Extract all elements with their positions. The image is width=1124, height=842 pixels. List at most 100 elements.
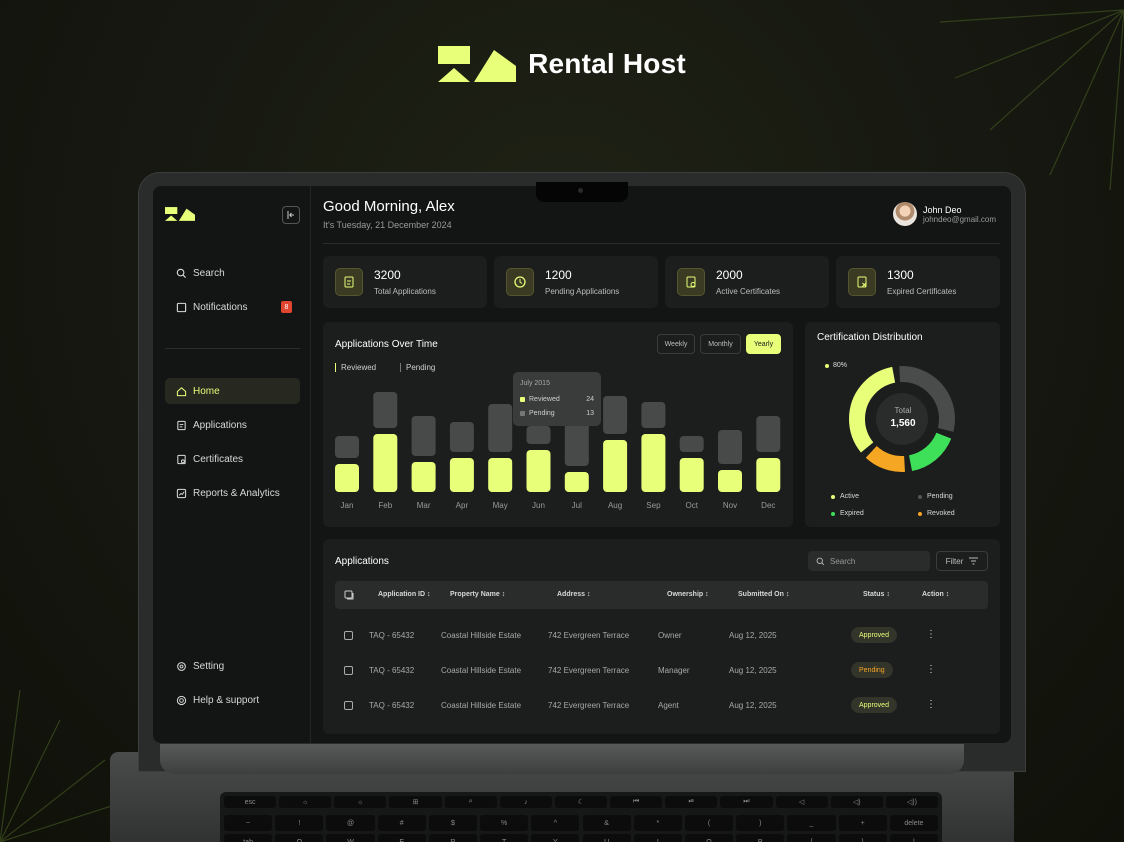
sidebar-item-label: Applications — [193, 419, 247, 431]
keyboard-key: ~ — [224, 815, 273, 831]
sidebar-item-search[interactable]: Search — [165, 260, 300, 286]
row-checkbox-icon[interactable] — [344, 701, 353, 710]
keyboard-key: ◁) — [830, 796, 883, 808]
clock-icon — [506, 268, 534, 296]
bar-reviewed-feb[interactable] — [373, 434, 398, 492]
bar-pending-oct[interactable] — [679, 436, 704, 452]
stat-value: 2000 — [716, 268, 743, 282]
filter-button[interactable]: Filter — [936, 551, 988, 571]
tooltip-label: Pending — [529, 410, 555, 417]
keyboard-key: ⏯ — [665, 796, 718, 808]
sidebar-item-reports[interactable]: Reports & Analytics — [165, 480, 300, 506]
stat-value: 1300 — [887, 268, 914, 282]
status-badge: Approved — [851, 697, 897, 713]
keyboard-key: + — [838, 815, 887, 831]
column-header-property-name[interactable]: Property Name ↕ — [450, 591, 505, 598]
cell-address: 742 Evergreen Terrace — [548, 666, 630, 675]
bar-pending-nov[interactable] — [718, 430, 742, 464]
column-header-action[interactable]: Action ↕ — [922, 591, 949, 598]
bar-pending-apr[interactable] — [449, 422, 474, 452]
bar-reviewed-dec[interactable] — [756, 458, 781, 492]
keyboard-key: Q — [275, 834, 324, 842]
bar-pending-dec[interactable] — [756, 416, 781, 452]
table-row[interactable]: TAQ - 65432 Coastal Hillside Estate 742 Ev… — [323, 697, 1000, 717]
avatar[interactable] — [893, 202, 917, 226]
bar-reviewed-apr[interactable] — [449, 458, 474, 492]
collapse-sidebar-button[interactable] — [282, 206, 300, 224]
sidebar-item-label: Help & support — [193, 694, 260, 706]
table-search-input[interactable]: Search — [808, 551, 930, 571]
bar-reviewed-nov[interactable] — [718, 470, 742, 492]
legend-dot-icon — [831, 511, 835, 516]
bar-pending-jul[interactable] — [564, 420, 589, 466]
laptop-hinge — [160, 744, 964, 774]
x-tick-label: May — [493, 501, 508, 510]
tooltip-row-reviewed: Reviewed 24 — [520, 396, 594, 403]
stat-card-pending-applications[interactable]: 1200 Pending Applications — [494, 256, 658, 308]
sidebar-item-setting[interactable]: Setting — [165, 653, 300, 679]
cell-property-name: Coastal Hillside Estate — [441, 666, 522, 675]
keyboard-key: ( — [684, 815, 734, 831]
tooltip-label: Reviewed — [529, 396, 560, 403]
sidebar-divider — [165, 348, 300, 349]
stat-card-active-certificates[interactable]: 2000 Active Certificates — [665, 256, 829, 308]
stat-label: Total Applications — [374, 287, 436, 296]
bar-reviewed-sep[interactable] — [641, 434, 666, 492]
bar-reviewed-aug[interactable] — [603, 440, 628, 492]
tooltip-title: July 2015 — [520, 380, 550, 387]
sidebar-item-applications[interactable]: Applications — [165, 412, 300, 438]
keyboard: esc ☼ ☼ ⊞ ⌕ ♪ ☾ ⏮ ⏯ ⏭ ◁ ◁) ◁)) ~! @ # $% ^ & *() _ + delete tab… — [220, 792, 942, 842]
app-logo-icon[interactable] — [165, 206, 195, 222]
bar-reviewed-jun[interactable] — [526, 450, 551, 492]
search-icon — [816, 557, 825, 565]
keyboard-key: ☼ — [279, 796, 332, 808]
bar-pending-sep[interactable] — [641, 402, 666, 428]
more-actions-icon[interactable]: ⋮ — [926, 664, 936, 675]
x-tick-label: Jul — [572, 501, 582, 510]
bar-pending-may[interactable] — [488, 404, 513, 452]
search-placeholder: Search — [830, 556, 856, 566]
reviewed-dot-icon — [520, 397, 525, 402]
more-actions-icon[interactable]: ⋮ — [926, 699, 936, 710]
column-header-status[interactable]: Status ↕ — [863, 591, 890, 598]
keyboard-key: % — [480, 815, 529, 831]
select-all-checkbox-icon[interactable] — [344, 590, 354, 600]
row-checkbox-icon[interactable] — [344, 666, 353, 675]
keyboard-key: & — [582, 815, 631, 831]
bar-reviewed-may[interactable] — [488, 458, 513, 492]
sidebar-item-help[interactable]: Help & support — [165, 687, 300, 713]
keyboard-key: esc — [224, 796, 277, 808]
table-row[interactable]: TAQ - 65432 Coastal Hillside Estate 742 Ev… — [323, 662, 1000, 682]
bar-pending-feb[interactable] — [373, 392, 398, 428]
stat-card-total-applications[interactable]: 3200 Total Applications — [323, 256, 487, 308]
x-tick-label: Oct — [685, 501, 698, 510]
column-header-submitted-on[interactable]: Submitted On ↕ — [738, 591, 789, 598]
keyboard-key: ◁ — [775, 796, 828, 808]
cell-application-id: TAQ - 65432 — [369, 666, 415, 675]
bar-reviewed-jan[interactable] — [335, 464, 359, 492]
sidebar-item-certificates[interactable]: Certificates — [165, 446, 300, 472]
column-header-address[interactable]: Address ↕ — [557, 591, 590, 598]
column-header-ownership[interactable]: Ownership ↕ — [667, 591, 709, 598]
bar-reviewed-oct[interactable] — [679, 458, 704, 492]
more-actions-icon[interactable]: ⋮ — [926, 629, 936, 640]
row-checkbox-icon[interactable] — [344, 631, 353, 640]
table-row[interactable]: TAQ - 65432 Coastal Hillside Estate 742 Ev… — [323, 627, 1000, 647]
bar-pending-aug[interactable] — [603, 396, 628, 434]
column-header-application-id[interactable]: Application ID ↕ — [378, 591, 431, 598]
stat-label: Active Certificates — [716, 287, 781, 296]
bar-pending-jan[interactable] — [335, 436, 359, 458]
help-icon — [176, 695, 187, 705]
sidebar-item-notifications[interactable]: Notifications 8 — [165, 294, 300, 320]
keyboard-key: ◁)) — [885, 796, 938, 808]
bar-pending-mar[interactable] — [411, 416, 436, 456]
bar-reviewed-mar[interactable] — [411, 462, 436, 492]
user-profile[interactable]: John Deo johndeo@gmail.com — [893, 202, 996, 226]
bar-reviewed-jul[interactable] — [564, 472, 589, 492]
x-tick-label: Aug — [608, 501, 622, 510]
stat-card-expired-certificates[interactable]: 1300 Expired Certificates — [836, 256, 1000, 308]
sidebar-item-home[interactable]: Home — [165, 378, 300, 404]
bar-pending-jun[interactable] — [526, 426, 551, 444]
keyboard-key: ⏭ — [720, 796, 773, 808]
sidebar-item-label: Setting — [193, 660, 225, 672]
